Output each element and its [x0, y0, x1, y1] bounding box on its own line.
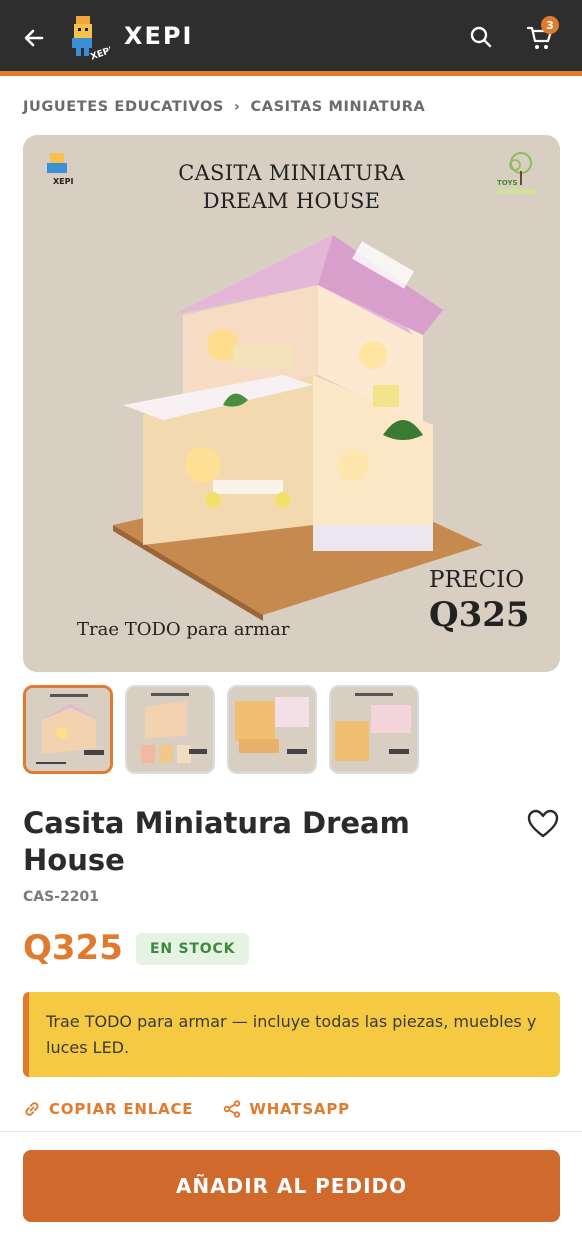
thumbnail-image: [127, 687, 213, 772]
thumbnail-image: [26, 688, 110, 771]
search-button[interactable]: [466, 22, 496, 52]
thumbnail-3[interactable]: [227, 685, 317, 774]
brand-logo[interactable]: XEPI: [68, 14, 114, 63]
favorite-button[interactable]: [525, 806, 561, 842]
divider: [0, 1131, 582, 1132]
add-to-order-button[interactable]: AÑADIR AL PEDIDO: [23, 1150, 560, 1222]
share-icon: [224, 1100, 241, 1118]
product-notice: Trae TODO para armar — incluye todas las…: [23, 992, 560, 1077]
hero-price-label: PRECIO: [429, 567, 525, 593]
product-price: Q325: [23, 928, 123, 968]
breadcrumb-separator: ›: [233, 99, 241, 115]
back-button[interactable]: [18, 22, 50, 54]
hero-price-value: Q325: [429, 595, 530, 635]
link-icon: [25, 1102, 39, 1116]
thumbnail-2[interactable]: [125, 685, 215, 774]
cart-count-badge: 3: [541, 16, 559, 34]
share-actions: COPIAR ENLACE WHATSAPP: [23, 1100, 350, 1118]
copy-link-label: COPIAR ENLACE: [49, 1100, 194, 1118]
breadcrumb-item-casitas[interactable]: CASITAS MINIATURA: [251, 99, 426, 115]
whatsapp-label: WHATSAPP: [249, 1100, 350, 1118]
product-title: Casita Miniatura Dream House: [23, 806, 410, 877]
thumbnail-1[interactable]: [23, 685, 113, 774]
arrow-left-icon: [24, 29, 44, 47]
thumbnail-strip: [23, 685, 419, 774]
hero-title: CASITA MINIATURA DREAM HOUSE: [178, 161, 405, 213]
thumbnail-image: [229, 687, 315, 772]
breadcrumb-item-juguetes[interactable]: JUGUETES EDUCATIVOS: [23, 99, 224, 115]
breadcrumb: JUGUETES EDUCATIVOS › CASITAS MINIATURA: [23, 99, 425, 115]
search-icon: [470, 26, 492, 48]
heart-icon: [527, 809, 559, 838]
product-sku: CAS-2201: [23, 889, 99, 905]
product-main-image[interactable]: XEPI TOYS CASITA MINIATURA DREAM HOUSE P…: [23, 135, 560, 672]
svg-text:XEPI: XEPI: [89, 45, 110, 60]
thumbnail-image: [331, 687, 417, 772]
copy-link-button[interactable]: COPIAR ENLACE: [23, 1100, 193, 1118]
brand-name[interactable]: XEPI: [124, 22, 193, 50]
thumbnail-4[interactable]: [329, 685, 419, 774]
stock-badge: EN STOCK: [136, 933, 250, 965]
dollhouse-illustration: [113, 235, 483, 621]
whatsapp-share-button[interactable]: WHATSAPP: [223, 1100, 350, 1118]
hero-footer-text: Trae TODO para armar: [77, 619, 290, 640]
